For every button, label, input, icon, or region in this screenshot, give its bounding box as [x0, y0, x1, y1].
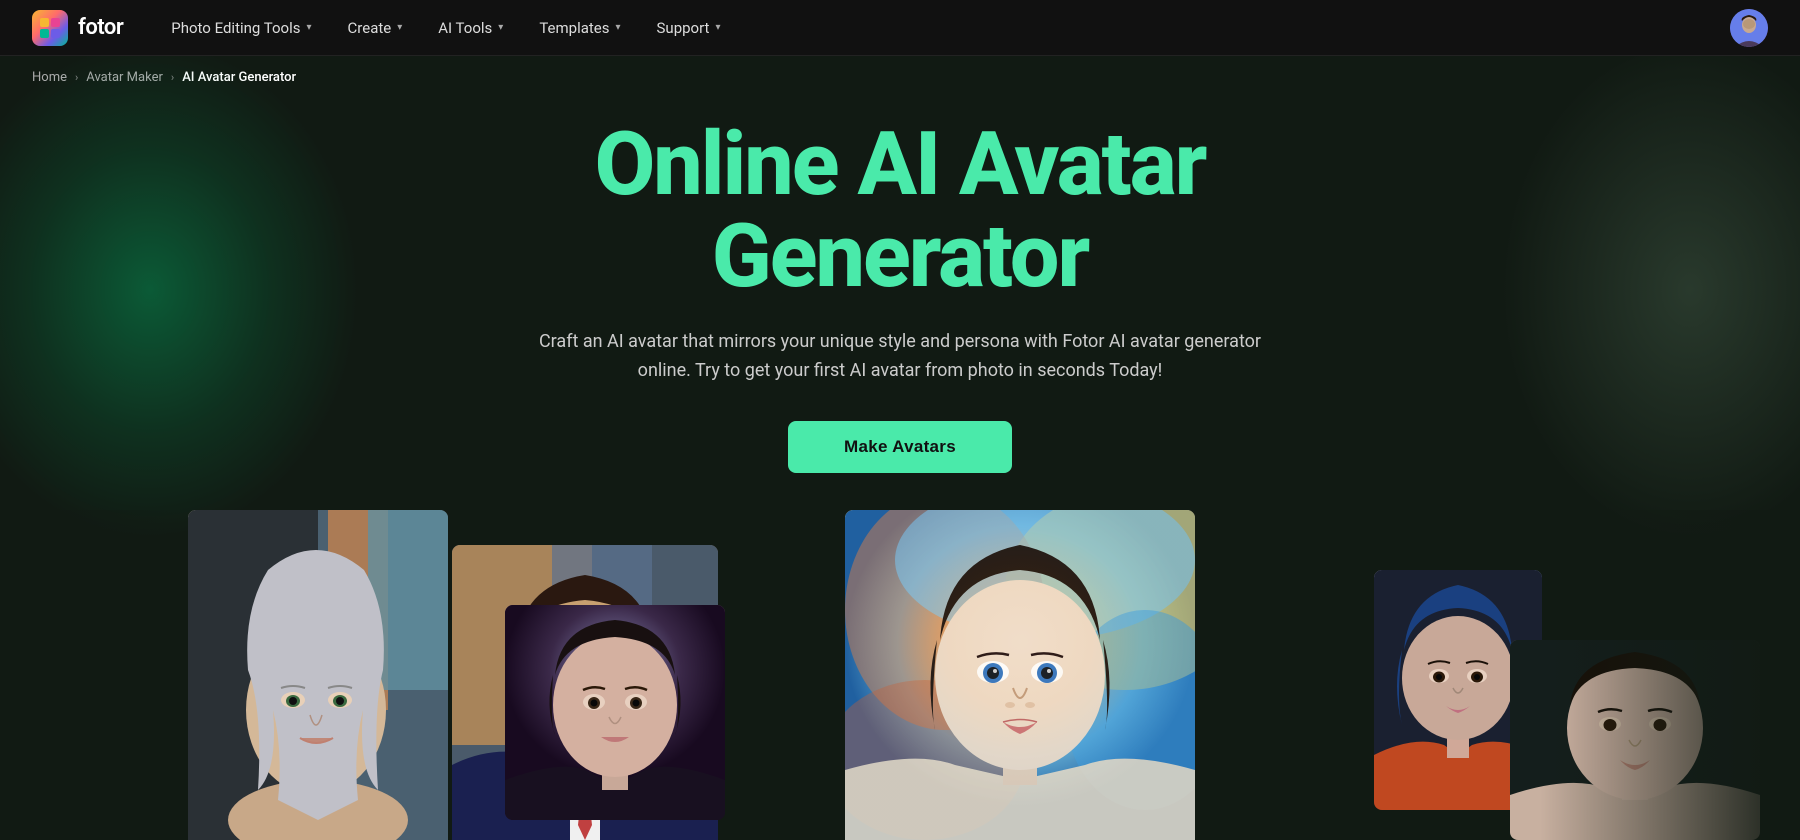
nav-menu: Photo Editing Tools ▾ Create ▾ AI Tools … [171, 19, 1730, 37]
breadcrumb: Home › Avatar Maker › AI Avatar Generato… [0, 56, 1800, 99]
logo-icon [32, 10, 68, 46]
hero-subtitle: Craft an AI avatar that mirrors your uni… [520, 328, 1280, 386]
nav-item-label: Photo Editing Tools [171, 19, 300, 37]
gallery-image-woman-grey [188, 510, 448, 840]
nav-item-support[interactable]: Support ▾ [657, 19, 721, 37]
main-content: Home › Avatar Maker › AI Avatar Generato… [0, 0, 1800, 840]
hero-title-line1: Online AI Avatar [595, 113, 1206, 216]
breadcrumb-avatar-maker[interactable]: Avatar Maker [86, 70, 163, 85]
user-avatar[interactable] [1730, 9, 1768, 47]
nav-item-label: Support [657, 19, 710, 37]
breadcrumb-home[interactable]: Home [32, 70, 67, 85]
hero-title: Online AI Avatar Generator [32, 119, 1768, 304]
hero-title-line2: Generator [712, 205, 1089, 308]
nav-item-label: AI Tools [438, 19, 492, 37]
chevron-down-icon: ▾ [397, 22, 402, 33]
nav-item-create[interactable]: Create ▾ [348, 19, 403, 37]
breadcrumb-separator: › [75, 71, 78, 84]
chevron-down-icon: ▾ [615, 22, 620, 33]
logo-text: fotor [78, 15, 123, 40]
gallery-fade-left [0, 510, 190, 840]
hero-section: Online AI Avatar Generator Craft an AI a… [0, 99, 1800, 503]
make-avatars-button[interactable]: Make Avatars [788, 421, 1012, 473]
chevron-down-icon: ▾ [307, 22, 312, 33]
nav-item-label: Create [348, 19, 392, 37]
nav-item-photo-editing-tools[interactable]: Photo Editing Tools ▾ [171, 19, 311, 37]
nav-item-ai-tools[interactable]: AI Tools ▾ [438, 19, 503, 37]
gallery-image-woman-partial [1510, 640, 1760, 840]
logo[interactable]: fotor [32, 10, 123, 46]
chevron-down-icon: ▾ [715, 22, 720, 33]
nav-item-templates[interactable]: Templates ▾ [539, 19, 620, 37]
nav-item-label: Templates [539, 19, 609, 37]
navbar: fotor Photo Editing Tools ▾ Create ▾ AI … [0, 0, 1800, 56]
gallery-image-woman-painted [845, 510, 1195, 840]
gallery-image-woman-dark [505, 605, 725, 820]
breadcrumb-current: AI Avatar Generator [182, 70, 296, 85]
chevron-down-icon: ▾ [498, 22, 503, 33]
breadcrumb-separator: › [171, 71, 174, 84]
avatar-gallery [0, 510, 1800, 840]
